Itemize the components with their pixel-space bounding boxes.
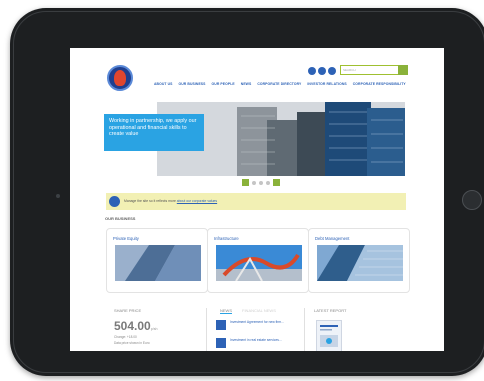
search-button[interactable]	[398, 65, 408, 75]
nav-item-people[interactable]: OUR PEOPLE	[212, 82, 235, 86]
news-tabs: NEWS FINANCIAL NEWS	[220, 308, 276, 314]
business-card-debt-management[interactable]: Debt Management	[308, 228, 410, 293]
tab-financial-news[interactable]: FINANCIAL NEWS	[242, 308, 276, 314]
news-headline: Investment in real estate services...	[230, 338, 282, 342]
nav-item-news[interactable]: NEWS	[241, 82, 252, 86]
news-headline: Investment Agreement for new firm...	[230, 320, 284, 324]
news-item[interactable]: Investment in real estate services...	[216, 338, 290, 350]
nav-item-directory[interactable]: CORPORATE DIRECTORY	[257, 82, 301, 86]
column-divider	[206, 308, 207, 351]
slide-prev-button[interactable]	[242, 179, 249, 186]
card-image	[115, 245, 201, 281]
linkedin-icon[interactable]	[328, 67, 336, 75]
news-item[interactable]: Investment Agreement for new firm...	[216, 320, 290, 332]
card-image	[317, 245, 403, 281]
share-price-change: Change: +18.00	[114, 335, 137, 339]
news-thumbnail-icon	[216, 320, 226, 330]
report-cover-image[interactable]	[316, 320, 342, 351]
search-input[interactable]: SEARCH	[340, 65, 400, 75]
slide-dot[interactable]	[259, 180, 263, 185]
front-camera	[56, 194, 60, 198]
nav-item-responsibility[interactable]: CORPORATE RESPONSIBILITY	[353, 82, 406, 86]
news-thumbnail-icon	[216, 338, 226, 348]
card-label: Private Equity	[113, 236, 139, 241]
nav-item-business[interactable]: OUR BUSINESS	[179, 82, 206, 86]
latest-report-title: LATEST REPORT	[314, 308, 347, 313]
column-divider	[304, 308, 305, 351]
slide-dot[interactable]	[266, 180, 270, 185]
tablet-device: SEARCH ABOUT US OUR BUSINESS OUR PEOPLE …	[10, 8, 484, 376]
notice-banner: Manage the site so it reflects more abou…	[106, 193, 406, 210]
card-label: Infrastructure	[214, 236, 239, 241]
notice-link[interactable]: about our corporate values	[177, 199, 217, 203]
share-price-number: 504.00	[114, 319, 151, 333]
share-price-unit: p/sh	[150, 327, 158, 331]
card-label: Debt Management	[315, 236, 350, 241]
tab-news[interactable]: NEWS	[220, 308, 232, 314]
slide-dot[interactable]	[252, 180, 256, 185]
share-price-detail: Data price shown in Euro	[114, 341, 150, 345]
card-image	[216, 245, 302, 281]
business-card-infrastructure[interactable]: Infrastructure	[207, 228, 309, 293]
site-logo[interactable]	[107, 65, 133, 91]
slide-next-button[interactable]	[273, 179, 280, 186]
share-price-value: 504.00p/sh	[114, 319, 158, 333]
info-icon	[109, 196, 120, 207]
business-heading: OUR BUSINESS	[105, 216, 136, 221]
business-card-private-equity[interactable]: Private Equity	[106, 228, 208, 293]
notice-message: Manage the site so it reflects more	[124, 199, 177, 203]
share-price-title: SHARE PRICE	[114, 308, 142, 313]
twitter-icon[interactable]	[318, 67, 326, 75]
home-button[interactable]	[462, 190, 482, 210]
nav-item-investors[interactable]: INVESTOR RELATIONS	[307, 82, 346, 86]
hero-callout: Working in partnership, we apply our ope…	[104, 114, 204, 151]
tablet-screen: SEARCH ABOUT US OUR BUSINESS OUR PEOPLE …	[70, 48, 444, 351]
nav-item-about[interactable]: ABOUT US	[154, 82, 173, 86]
facebook-icon[interactable]	[308, 67, 316, 75]
logo-mark-icon	[114, 70, 126, 86]
notice-text: Manage the site so it reflects more abou…	[124, 199, 217, 203]
main-nav: ABOUT US OUR BUSINESS OUR PEOPLE NEWS CO…	[154, 82, 406, 86]
hero-pagination	[242, 179, 280, 186]
